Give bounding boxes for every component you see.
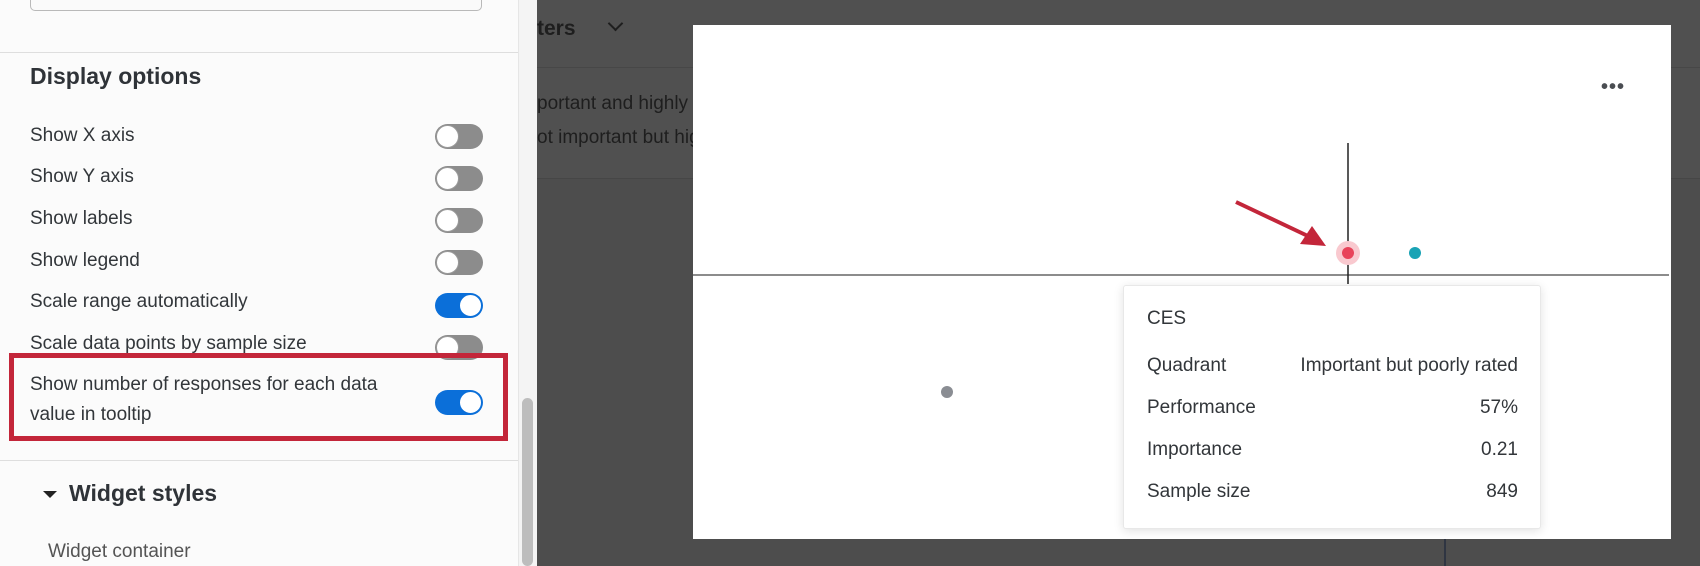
- tooltip-label: Importance: [1147, 439, 1243, 460]
- tooltip-row: Performance 57%: [1147, 397, 1518, 419]
- tooltip-label: Performance: [1147, 397, 1256, 418]
- tooltip-title: CES: [1147, 308, 1187, 329]
- tooltip-label: Sample size: [1147, 481, 1251, 502]
- tooltip-value: 57%: [1479, 397, 1518, 418]
- annotation-arrow: [1235, 200, 1326, 246]
- tooltip-row: Sample size 849: [1147, 481, 1518, 503]
- tooltip-value: 849: [1486, 481, 1518, 502]
- data-point-ces: [1342, 247, 1354, 259]
- data-point: [1409, 247, 1421, 259]
- tooltip-value: 0.21: [1481, 439, 1518, 460]
- data-point: [941, 386, 953, 398]
- tooltip-value: Important but poorly rated: [1300, 355, 1518, 376]
- tooltip-row: Quadrant Important but poorly rated: [1147, 355, 1518, 377]
- tooltip-row: Importance 0.21: [1147, 439, 1518, 461]
- tooltip-label: Quadrant: [1147, 355, 1227, 376]
- data-point-tooltip: CES Quadrant Important but poorly rated P…: [1123, 285, 1541, 529]
